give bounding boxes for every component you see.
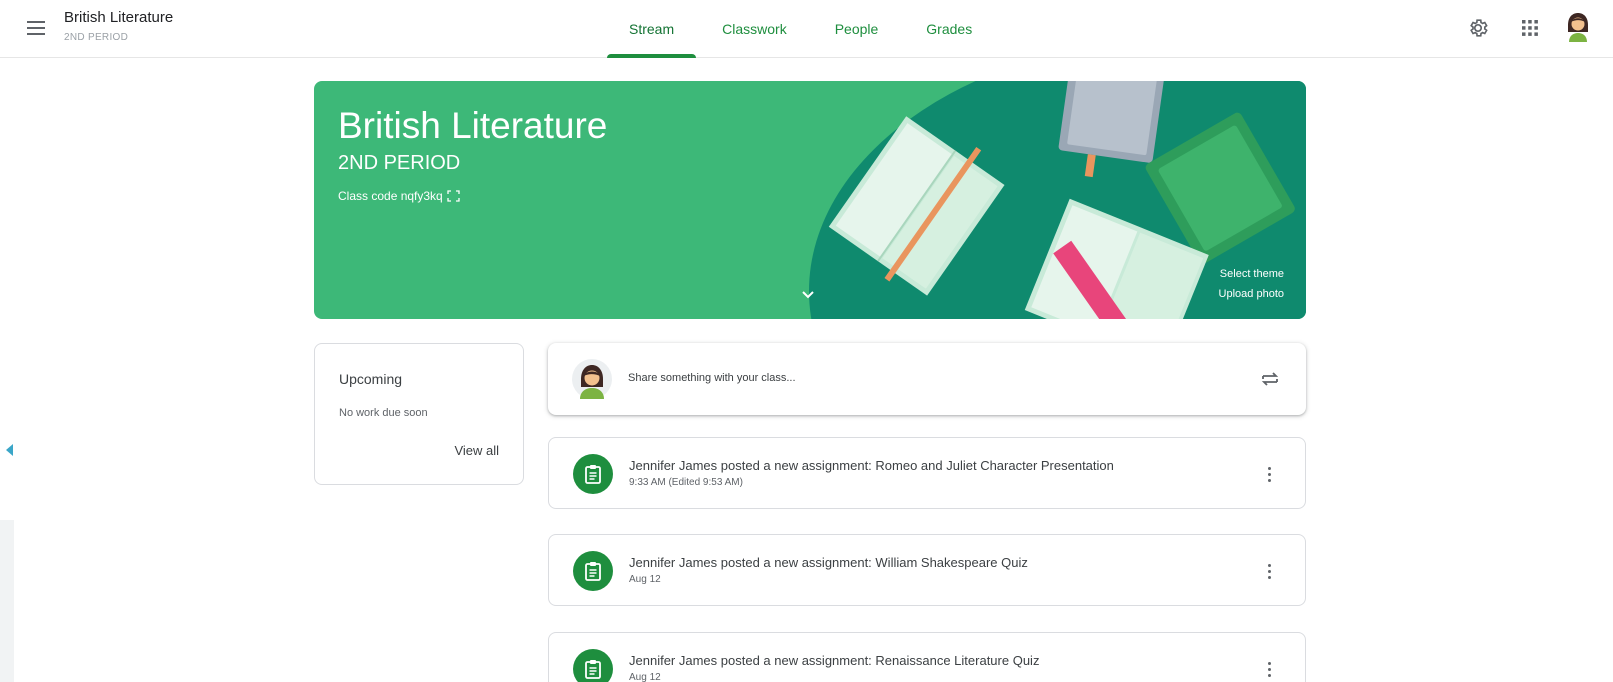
post-title: Jennifer James posted a new assignment: … <box>629 653 1040 668</box>
apps-grid-icon[interactable] <box>1516 14 1544 42</box>
upload-photo-link[interactable]: Upload photo <box>1219 288 1284 300</box>
side-panel-arrow-icon[interactable] <box>6 444 13 456</box>
share-placeholder: Share something with your class... <box>628 372 796 384</box>
class-banner: British Literature 2ND PERIOD Class code… <box>314 81 1306 319</box>
share-with-class-box[interactable]: Share something with your class... <box>548 343 1306 415</box>
view-all-link[interactable]: View all <box>454 443 499 458</box>
settings-icon[interactable] <box>1464 14 1492 42</box>
user-avatar <box>572 359 612 399</box>
top-app-bar: British Literature 2ND PERIOD Stream Cla… <box>0 0 1613 58</box>
tab-grades[interactable]: Grades <box>902 0 996 58</box>
tab-people[interactable]: People <box>811 0 903 58</box>
side-panel-edge <box>0 520 14 682</box>
upcoming-empty-text: No work due soon <box>339 407 428 419</box>
repost-icon[interactable] <box>1258 367 1282 391</box>
header-class-section: 2ND PERIOD <box>64 32 129 43</box>
tab-stream[interactable]: Stream <box>605 0 698 58</box>
more-options-icon[interactable] <box>1257 657 1281 681</box>
header-class-name[interactable]: British Literature <box>64 9 173 26</box>
tab-classwork[interactable]: Classwork <box>698 0 811 58</box>
banner-class-title: British Literature <box>338 105 608 146</box>
upcoming-card: Upcoming No work due soon View all <box>314 343 524 485</box>
assignment-icon <box>573 551 613 591</box>
assignment-icon <box>573 649 613 682</box>
chevron-down-icon[interactable] <box>799 285 817 303</box>
post-timestamp: 9:33 AM (Edited 9:53 AM) <box>629 477 743 488</box>
menu-icon[interactable] <box>24 16 48 40</box>
upcoming-title: Upcoming <box>339 371 403 387</box>
banner-class-section: 2ND PERIOD <box>338 152 461 174</box>
stream-post[interactable]: Jennifer James posted a new assignment: … <box>548 632 1306 682</box>
stream-post[interactable]: Jennifer James posted a new assignment: … <box>548 437 1306 509</box>
more-options-icon[interactable] <box>1257 462 1281 486</box>
post-timestamp: Aug 12 <box>629 672 661 682</box>
assignment-icon <box>573 454 613 494</box>
select-theme-link[interactable]: Select theme <box>1220 268 1284 280</box>
post-timestamp: Aug 12 <box>629 574 661 585</box>
stream-post[interactable]: Jennifer James posted a new assignment: … <box>548 534 1306 606</box>
post-title: Jennifer James posted a new assignment: … <box>629 458 1114 473</box>
user-avatar[interactable] <box>1561 8 1595 42</box>
class-code: Class code nqfy3kq <box>338 189 460 203</box>
more-options-icon[interactable] <box>1257 559 1281 583</box>
class-tabs: Stream Classwork People Grades <box>605 0 996 58</box>
post-title: Jennifer James posted a new assignment: … <box>629 555 1028 570</box>
class-code-text: Class code nqfy3kq <box>338 189 443 203</box>
fullscreen-icon[interactable] <box>447 190 460 202</box>
